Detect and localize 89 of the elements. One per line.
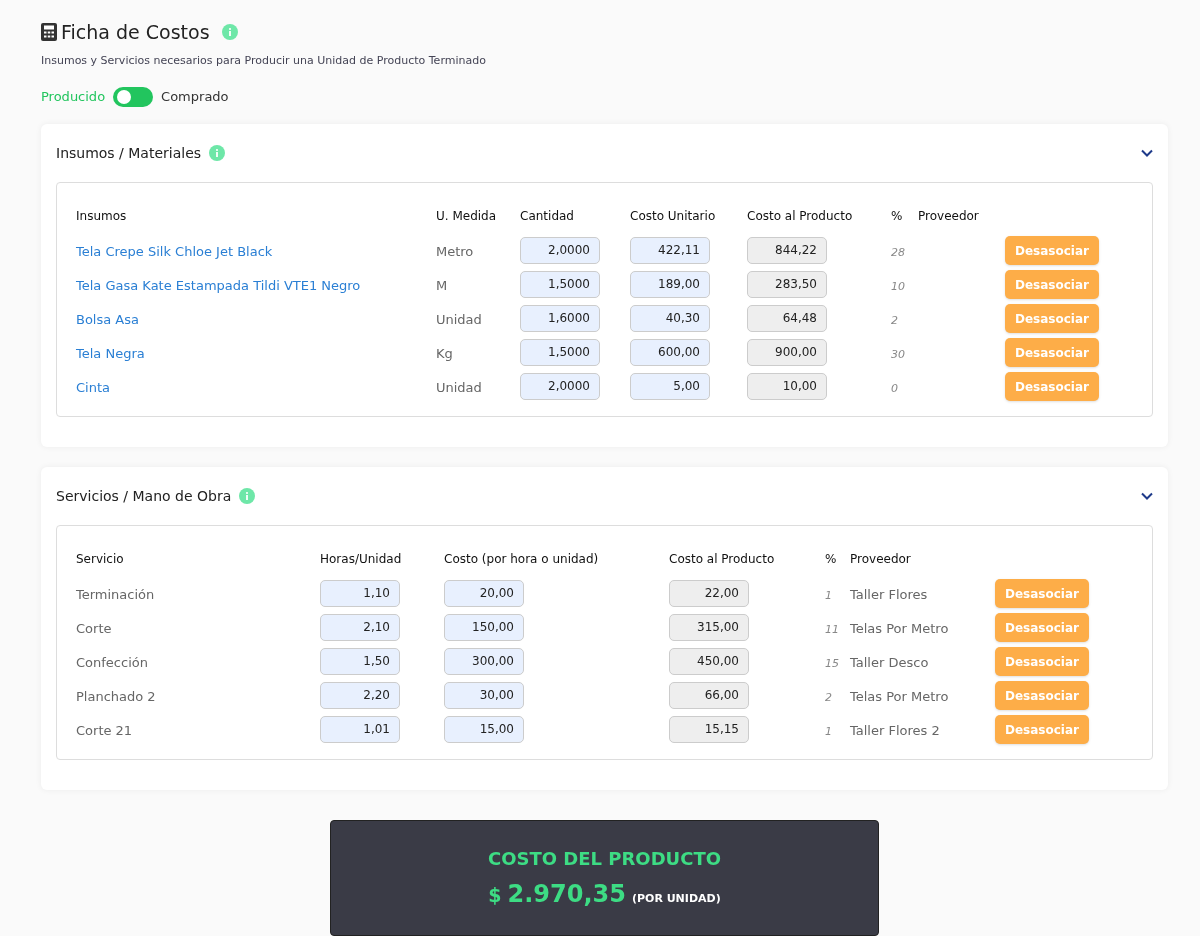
section-title: Servicios / Mano de Obra: [56, 486, 232, 506]
number-field[interactable]: 5,00: [630, 373, 710, 400]
column-header: U. Medida: [436, 208, 498, 225]
section-title: Insumos / Materiales: [56, 143, 202, 163]
total-label: COSTO DEL PRODUCTO: [488, 846, 721, 871]
percent-text: 0: [891, 381, 898, 395]
number-field: 844,22: [747, 237, 827, 264]
number-field[interactable]: 2,20: [320, 682, 400, 709]
item-link[interactable]: Tela Gasa Kate Estampada Tildi VTE1 Negro: [76, 277, 361, 293]
number-field[interactable]: 20,00: [444, 580, 524, 607]
number-field[interactable]: 1,10: [320, 580, 400, 607]
item-link[interactable]: Cinta: [76, 379, 110, 395]
number-field[interactable]: 1,50: [320, 648, 400, 675]
page-subtitle: Insumos y Servicios necesarios para Producir una Unidad de Producto Terminado: [41, 52, 487, 69]
percent-text: 2: [891, 313, 898, 327]
chevron-icon[interactable]: [1141, 149, 1153, 157]
unit-text: Unidad: [436, 379, 482, 395]
service-name: Terminación: [76, 586, 155, 602]
column-header: Costo (por hora o unidad): [444, 551, 600, 568]
number-field: 66,00: [669, 682, 749, 709]
total-amount: 2.970,35: [507, 878, 626, 910]
number-field: 64,48: [747, 305, 827, 332]
number-field[interactable]: 1,01: [320, 716, 400, 743]
unit-text: Unidad: [436, 311, 482, 327]
percent-text: 1: [825, 724, 832, 738]
number-field: 22,00: [669, 580, 749, 607]
supplier-name: Taller Flores 2: [850, 722, 940, 738]
number-field[interactable]: 40,30: [630, 305, 710, 332]
number-field: 900,00: [747, 339, 827, 366]
percent-text: 11: [825, 622, 839, 636]
supplier-name: Taller Desco: [850, 654, 929, 670]
service-name: Planchado 2: [76, 688, 156, 704]
info-icon[interactable]: [239, 488, 256, 504]
number-field[interactable]: 2,0000: [520, 373, 600, 400]
number-field[interactable]: 15,00: [444, 716, 524, 743]
column-header: %: [891, 208, 904, 225]
number-field: 283,50: [747, 271, 827, 298]
number-field[interactable]: 150,00: [444, 614, 524, 641]
percent-text: 1: [825, 588, 832, 602]
percent-text: 10: [891, 279, 905, 293]
item-link[interactable]: Bolsa Asa: [76, 311, 139, 327]
number-field[interactable]: 1,6000: [520, 305, 600, 332]
supplier-name: Taller Flores: [850, 586, 928, 602]
supplier-name: Telas Por Metro: [850, 620, 949, 636]
column-header: Proveedor: [850, 551, 912, 568]
number-field[interactable]: 422,11: [630, 237, 710, 264]
unit-note: (POR UNIDAD): [631, 890, 721, 907]
item-link[interactable]: Tela Crepe Silk Chloe Jet Black: [76, 243, 273, 259]
number-field: 450,00: [669, 648, 749, 675]
unit-text: Metro: [436, 243, 474, 259]
page-title: Ficha de Costos: [61, 20, 210, 45]
number-field[interactable]: 30,00: [444, 682, 524, 709]
percent-text: 30: [891, 347, 905, 361]
percent-text: 2: [825, 690, 832, 704]
column-header: Proveedor: [918, 208, 980, 225]
number-field[interactable]: 600,00: [630, 339, 710, 366]
service-name: Corte: [76, 620, 112, 636]
column-header: Costo al Producto: [669, 551, 776, 568]
item-link[interactable]: Tela Negra: [76, 345, 145, 361]
column-header: Cantidad: [520, 208, 575, 225]
info-icon[interactable]: [221, 24, 238, 41]
currency-symbol: $: [488, 882, 502, 908]
number-field[interactable]: 1,5000: [520, 271, 600, 298]
unit-text: Kg: [436, 345, 453, 361]
service-name: Confección: [76, 654, 148, 670]
column-header: Costo Unitario: [630, 208, 717, 225]
number-field: 15,15: [669, 716, 749, 743]
chevron-icon[interactable]: [1141, 492, 1153, 500]
number-field[interactable]: 1,5000: [520, 339, 600, 366]
column-header: Servicio: [76, 551, 125, 568]
percent-text: 15: [825, 656, 839, 670]
service-name: Corte 21: [76, 722, 133, 738]
percent-text: 28: [891, 245, 905, 259]
number-field: 315,00: [669, 614, 749, 641]
column-header: Horas/Unidad: [320, 551, 403, 568]
calculator-icon: [41, 23, 57, 42]
number-field[interactable]: 189,00: [630, 271, 710, 298]
toggle-switch[interactable]: [113, 87, 154, 107]
info-icon[interactable]: [209, 145, 226, 161]
number-field[interactable]: 2,10: [320, 614, 400, 641]
column-header: Costo al Producto: [747, 208, 854, 225]
number-field[interactable]: 2,0000: [520, 237, 600, 264]
number-field: 10,00: [747, 373, 827, 400]
supplier-name: Telas Por Metro: [850, 688, 949, 704]
unit-text: M: [436, 277, 448, 293]
column-header: %: [825, 551, 838, 568]
column-header: Insumos: [76, 208, 128, 225]
toggle-label[interactable]: Comprado: [161, 87, 229, 107]
number-field[interactable]: 300,00: [444, 648, 524, 675]
